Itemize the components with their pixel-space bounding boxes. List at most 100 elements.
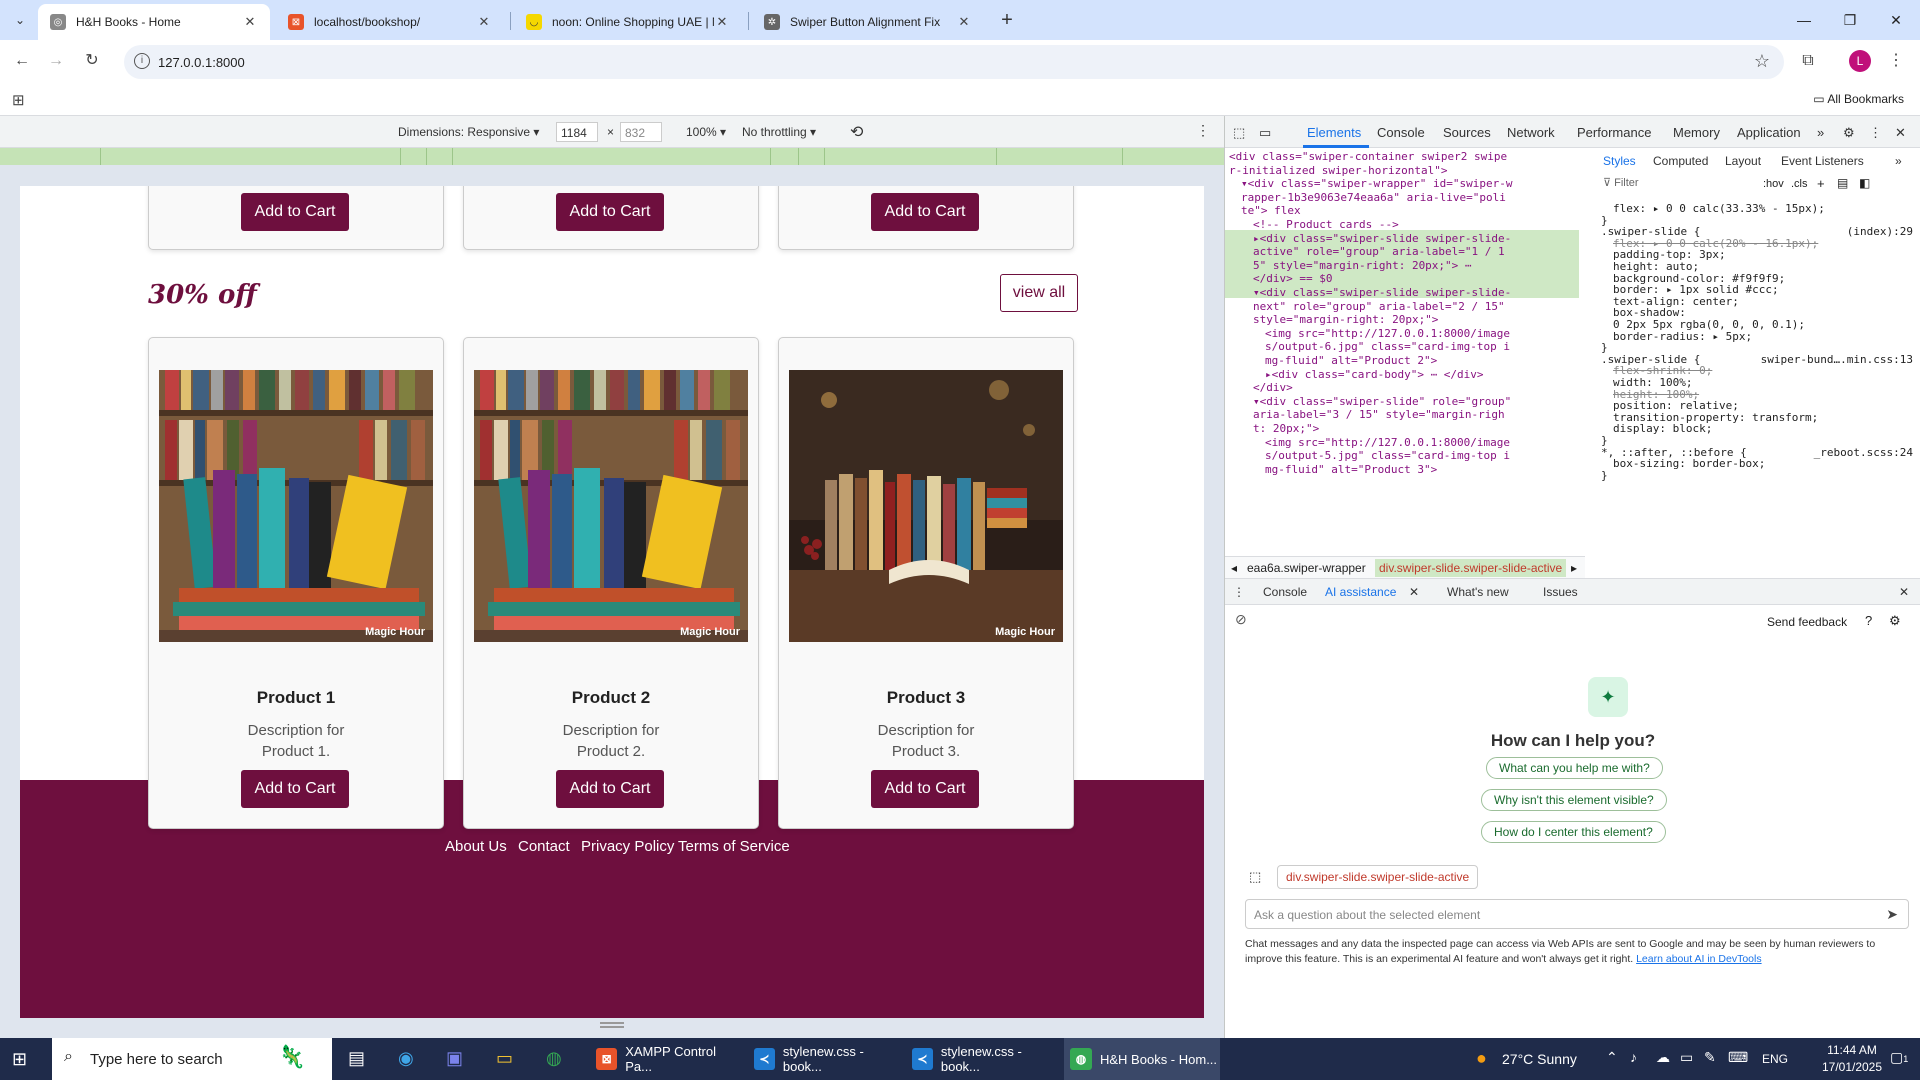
add-to-cart-button[interactable]: Add to Cart (241, 770, 349, 808)
style-source-link[interactable]: swiper-bund….min.css:13 (1761, 353, 1913, 366)
more-styles-tabs-icon[interactable]: » (1895, 154, 1902, 168)
suggestion-chip[interactable]: Why isn't this element visible? (1481, 789, 1667, 811)
breadcrumb-item-active[interactable]: div.swiper-slide.swiper-slide-active (1375, 559, 1567, 577)
breadcrumb-left-arrow-icon[interactable]: ◂ (1231, 561, 1237, 575)
add-to-cart-button[interactable]: Add to Cart (871, 193, 979, 231)
extensions-puzzle-icon[interactable]: ⧉ (1796, 49, 1820, 73)
drawer-tab-issues[interactable]: Issues (1543, 585, 1578, 599)
taskbar-app-vscode[interactable]: ≺ stylenew.css - book... (906, 1038, 1058, 1080)
clear-chat-icon[interactable]: ⊘ (1235, 611, 1247, 628)
tab-search-chevron-icon[interactable]: ⌄ (10, 10, 30, 30)
chrome-icon[interactable]: ◍ (546, 1048, 562, 1069)
dom-line[interactable]: ▸<div class="card-body"> ⋯ </div> (1265, 368, 1484, 381)
tab-console[interactable]: Console (1377, 125, 1425, 140)
breadcrumb-right-arrow-icon[interactable]: ▸ (1571, 561, 1577, 575)
clock[interactable]: 11:44 AM 17/01/2025 (1820, 1042, 1884, 1076)
device-toggle-icon[interactable]: ▭ (1259, 125, 1271, 141)
tab-elements[interactable]: Elements (1307, 125, 1361, 140)
dimensions-select[interactable]: Dimensions: Responsive ▾ (398, 125, 539, 139)
tab-performance[interactable]: Performance (1577, 125, 1651, 140)
taskbar-app-vscode[interactable]: ≺ stylenew.css - book... (748, 1038, 900, 1080)
dom-line[interactable]: r-initialized swiper-horizontal"> (1229, 164, 1448, 177)
dom-line[interactable]: mg-fluid" alt="Product 2"> (1265, 354, 1437, 367)
notification-icon[interactable]: ▢1 (1890, 1049, 1908, 1066)
hov-toggle[interactable]: :hov (1763, 178, 1784, 190)
dom-line[interactable]: ▾<div class="swiper-slide" role="group" (1253, 395, 1511, 408)
dom-line[interactable]: ▾<div class="swiper-wrapper" id="swiper-… (1241, 177, 1513, 190)
taskbar-search[interactable]: ⌕ Type here to search 🦎 (52, 1038, 332, 1080)
drawer-tab-ai-assistance[interactable]: AI assistance (1325, 585, 1396, 599)
file-explorer-icon[interactable]: ▭ (496, 1048, 513, 1069)
network-icon[interactable]: ▭ (1680, 1049, 1693, 1066)
dom-line[interactable]: t: 20px;"> (1253, 422, 1319, 435)
taskbar-app-chrome[interactable]: ◍ H&H Books - Hom... (1064, 1038, 1220, 1080)
style-source-link[interactable]: _reboot.scss:24 (1814, 446, 1913, 459)
tab-swiper-fix[interactable]: ✲ Swiper Button Alignment Fix ✕ (752, 4, 984, 40)
tab-network[interactable]: Network (1507, 125, 1555, 140)
style-declaration[interactable]: box-sizing: border-box; (1613, 457, 1765, 470)
new-tab-plus-icon[interactable]: + (995, 8, 1019, 32)
footer-link-contact[interactable]: Contact (518, 838, 570, 855)
zoom-select[interactable]: 100% ▾ (686, 125, 726, 139)
drawer-tab-close-icon[interactable]: ✕ (1409, 585, 1419, 599)
tab-application[interactable]: Application (1737, 125, 1801, 140)
dom-line[interactable]: <img src="http://127.0.0.1:8000/image (1265, 327, 1510, 340)
site-info-icon[interactable]: i (134, 53, 150, 69)
send-icon[interactable]: ➤ (1886, 906, 1898, 923)
cls-toggle[interactable]: .cls (1791, 178, 1808, 190)
window-close-icon[interactable]: ✕ (1878, 6, 1914, 34)
volume-icon[interactable]: ♪ (1630, 1049, 1637, 1065)
dom-line[interactable]: mg-fluid" alt="Product 3"> (1265, 463, 1437, 476)
windows-start-icon[interactable]: ⊞ (12, 1049, 27, 1070)
tab-sources[interactable]: Sources (1443, 125, 1491, 140)
bookmark-star-icon[interactable]: ☆ (1754, 51, 1770, 72)
send-feedback-link[interactable]: Send feedback (1767, 615, 1847, 629)
style-declaration[interactable]: display: block; (1613, 422, 1712, 435)
apps-grid-icon[interactable]: ⊞ (12, 91, 25, 109)
taskbar-app-xampp[interactable]: ⊠ XAMPP Control Pa... (590, 1038, 742, 1080)
customize-menu-icon[interactable]: ⋮ (1869, 125, 1882, 141)
tab-layout[interactable]: Layout (1725, 154, 1761, 168)
add-to-cart-button[interactable]: Add to Cart (241, 193, 349, 231)
throttling-select[interactable]: No throttling ▾ (742, 125, 816, 139)
cloud-icon[interactable]: ☁ (1656, 1049, 1670, 1066)
dom-line[interactable]: rapper-1b3e9063e74eaa6a" aria-live="poli (1241, 191, 1506, 204)
tab-styles[interactable]: Styles (1603, 154, 1636, 168)
help-icon[interactable]: ? (1865, 613, 1872, 628)
display-icon[interactable]: ⌨ (1728, 1049, 1748, 1066)
dom-line[interactable]: ▸<div class="swiper-slide swiper-slide- (1253, 232, 1511, 245)
close-icon[interactable]: ✕ (956, 14, 972, 30)
profile-avatar[interactable]: L (1849, 50, 1871, 72)
breadcrumb-item[interactable]: eaa6a.swiper-wrapper (1247, 561, 1366, 575)
viewport-resize-handle[interactable] (0, 1018, 1224, 1032)
selected-context-chip[interactable]: div.swiper-slide.swiper-slide-active (1277, 865, 1479, 889)
close-drawer-icon[interactable]: ✕ (1899, 585, 1909, 599)
tab-noon[interactable]: ◡ noon: Online Shopping UAE | M ✕ (514, 4, 742, 40)
ai-settings-gear-icon[interactable]: ⚙ (1889, 613, 1901, 629)
dom-line[interactable]: next" role="group" aria-label="2 / 15" (1253, 300, 1505, 313)
restore-icon[interactable]: ❐ (1832, 6, 1868, 34)
back-arrow-icon[interactable]: ← (10, 49, 34, 73)
drawer-menu-icon[interactable]: ⋮ (1233, 585, 1245, 599)
dom-line[interactable]: s/output-6.jpg" class="card-img-top i (1265, 340, 1510, 353)
dom-line[interactable]: <div class="swiper-container swiper2 swi… (1229, 150, 1507, 163)
style-source-link[interactable]: (index):29 (1847, 225, 1913, 238)
weather-text[interactable]: 27°C Sunny (1502, 1051, 1577, 1067)
language-indicator[interactable]: ENG (1762, 1052, 1788, 1066)
suggestion-chip[interactable]: How do I center this element? (1481, 821, 1666, 843)
add-to-cart-button[interactable]: Add to Cart (556, 193, 664, 231)
select-element-icon[interactable]: ⬚ (1249, 869, 1261, 885)
more-tabs-chevron-icon[interactable]: » (1817, 125, 1824, 140)
settings-gear-icon[interactable]: ⚙ (1843, 125, 1855, 141)
tab-hh-books[interactable]: ◎ H&H Books - Home ✕ (38, 4, 270, 40)
task-view-icon[interactable]: ▤ (348, 1048, 365, 1069)
style-declaration[interactable]: flex: ▸ 0 0 calc(33.33% - 15px); (1613, 202, 1825, 215)
rotate-icon[interactable]: ⟲ (850, 122, 863, 142)
tab-localhost-bookshop[interactable]: ⊠ localhost/bookshop/ ✕ (276, 4, 504, 40)
styles-filter[interactable]: ⊽ Filter (1603, 176, 1733, 194)
weather-sun-icon[interactable]: ● (1476, 1048, 1487, 1069)
tray-chevron-icon[interactable]: ⌃ (1606, 1049, 1618, 1066)
url-text[interactable]: 127.0.0.1:8000 (158, 55, 245, 70)
dom-line[interactable]: active" role="group" aria-label="1 / 1 (1253, 245, 1505, 258)
view-all-button[interactable]: view all (1000, 274, 1078, 312)
